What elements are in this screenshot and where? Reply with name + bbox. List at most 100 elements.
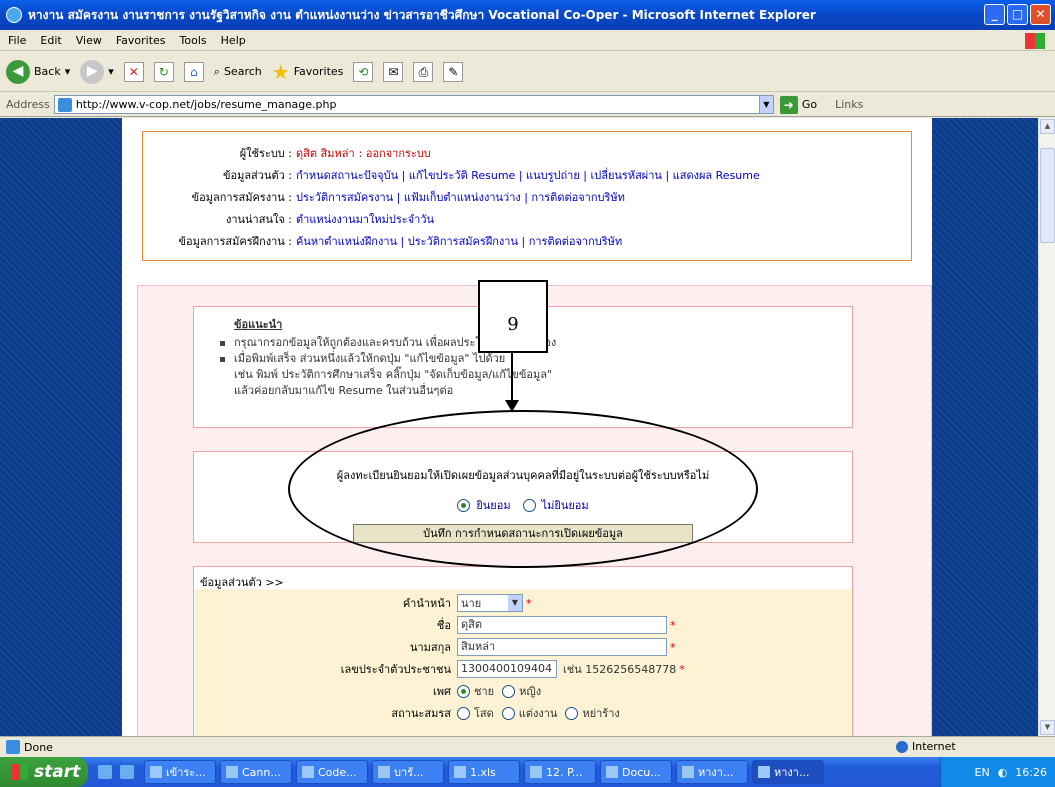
scroll-down-icon[interactable]: ▼ [1040, 720, 1055, 735]
menu-favorites[interactable]: Favorites [116, 34, 166, 47]
id-row: เลขประจำตัวประชาชน 1300400109404 เช่น 15… [195, 659, 685, 679]
address-label: Address [6, 98, 50, 111]
marital-divorced-radio[interactable] [565, 706, 579, 720]
menu-file[interactable]: File [8, 34, 26, 47]
marital-married-label: แต่งงาน [518, 707, 558, 720]
start-button[interactable]: start [0, 757, 88, 787]
training-links[interactable]: ค้นหาตำแหน่งฝึกงาน | ประวัติการสมัครฝึกง… [296, 232, 622, 250]
logout-link[interactable]: : ออกจากระบบ [359, 144, 431, 162]
forward-button[interactable]: ▶ ▾ [80, 59, 114, 84]
address-bar: Address http://www.v-cop.net/jobs/resume… [0, 93, 1055, 117]
minimize-button[interactable]: _ [984, 4, 1005, 25]
task-label: หางา... [698, 766, 734, 779]
gender-female-radio[interactable] [502, 684, 516, 698]
gender-male-label: ชาย [474, 685, 495, 698]
page-done-icon [6, 740, 20, 754]
taskbar: start เข้าระ... Cann... Code... บารั... … [0, 757, 1055, 787]
personal-links[interactable]: กำหนดสถานะปัจจุบัน | แก้ไขประวัติ Resume… [296, 166, 760, 184]
language-indicator[interactable]: EN [975, 766, 990, 779]
taskbar-item[interactable]: Code... [296, 760, 368, 784]
status-bar: Done Internet [0, 736, 1055, 757]
taskbar-item[interactable]: Cann... [220, 760, 292, 784]
app-icon [454, 766, 466, 778]
apply-links[interactable]: ประวัติการสมัครงาน | แฟ้มเก็บตำแหน่งงานว… [296, 188, 625, 206]
favorites-button[interactable]: ★ Favorites [272, 62, 344, 82]
window-controls: _ □ ✕ [984, 4, 1051, 25]
gender-male-option[interactable]: ชาย [457, 682, 494, 700]
user-menu-box: ผู้ใช้ระบบ : ดุสิต สิมหล่า : ออกจากระบบ … [142, 131, 912, 261]
close-button[interactable]: ✕ [1030, 4, 1051, 25]
taskbar-item[interactable]: 1.xls [448, 760, 520, 784]
stop-icon[interactable]: ✕ [123, 61, 144, 82]
links-button[interactable]: Links [835, 98, 863, 111]
last-name-input[interactable]: สิมหล่า [457, 638, 667, 656]
taskbar-item[interactable]: 12. P... [524, 760, 596, 784]
menu-tools[interactable]: Tools [180, 34, 207, 47]
go-arrow-icon: ➜ [779, 95, 798, 114]
marital-label: สถานะสมรส [391, 707, 451, 720]
app-icon [530, 766, 542, 778]
prefix-row: คำนำหน้า นาย ▼ * [195, 593, 532, 613]
tray-icon[interactable]: ◐ [998, 766, 1008, 779]
gender-female-option[interactable]: หญิง [502, 682, 541, 700]
task-label: 1.xls [470, 765, 496, 779]
user-name-link[interactable]: ดุสิต สิมหล่า [296, 144, 355, 162]
window-titlebar[interactable]: หางาน สมัครงาน งานราชการ งานรัฐวิสาหกิจ … [0, 0, 1055, 30]
back-dropdown-icon[interactable]: ▾ [65, 65, 71, 78]
first-name-input[interactable]: ดุสิต [457, 616, 667, 634]
marital-married-radio[interactable] [501, 706, 515, 720]
prefix-select[interactable]: นาย ▼ [457, 594, 523, 612]
scroll-thumb[interactable] [1040, 148, 1055, 243]
menu-bar: File Edit View Favorites Tools Help [0, 30, 1055, 51]
taskbar-item[interactable]: หางา... [676, 760, 748, 784]
maximize-button[interactable]: □ [1007, 4, 1028, 25]
address-input[interactable]: http://www.v-cop.net/jobs/resume_manage.… [53, 95, 774, 114]
task-label: บารั... [394, 766, 424, 779]
quick-launch-icon[interactable] [120, 765, 134, 779]
marital-row: สถานะสมรส โสด แต่งงาน หย่าร้าง [195, 703, 628, 723]
taskbar-item[interactable]: เข้าระ... [144, 760, 216, 784]
vertical-scrollbar[interactable]: ▲ ▼ [1038, 118, 1055, 736]
mail-icon[interactable]: ✉ [383, 61, 404, 82]
task-label: Cann... [242, 765, 281, 779]
id-input[interactable]: 1300400109404 [457, 660, 557, 678]
marital-single-radio[interactable] [457, 706, 470, 720]
personal-info-box: ข้อมูลส่วนตัว >> คำนำหน้า นาย ▼ * ชื่อ ด… [193, 566, 853, 736]
interest-links[interactable]: ตำแหน่งงานมาใหม่ประจำวัน [296, 210, 434, 228]
address-dropdown-icon[interactable]: ▼ [758, 96, 773, 113]
gender-male-radio[interactable] [457, 684, 470, 698]
edit-icon[interactable]: ✎ [443, 61, 464, 82]
scroll-up-icon[interactable]: ▲ [1040, 119, 1055, 134]
taskbar-item[interactable]: Docu... [600, 760, 672, 784]
first-name-row: ชื่อ ดุสิต * [195, 615, 676, 635]
marital-married-option[interactable]: แต่งงาน [501, 704, 558, 722]
gender-female-label: หญิง [519, 685, 542, 698]
advice-line: เช่น พิมพ์ ประวัติการศึกษาเสร็จ คลิ๊กปุ่… [234, 368, 553, 381]
marital-single-option[interactable]: โสด [457, 704, 494, 722]
taskbar-item[interactable]: บารั... [372, 760, 444, 784]
status-text: Done [24, 740, 53, 754]
back-label: Back [34, 65, 61, 78]
user-label: ผู้ใช้ระบบ : [239, 147, 292, 160]
app-icon [150, 766, 162, 778]
home-icon[interactable]: ⌂ [183, 61, 204, 82]
first-name-label: ชื่อ [436, 619, 451, 632]
go-button[interactable]: ➜ Go [779, 95, 817, 114]
task-label: 12. P... [546, 765, 583, 779]
personal-form: คำนำหน้า นาย ▼ * ชื่อ ดุสิต * นามสกุล สิ… [195, 589, 851, 736]
forward-dropdown-icon[interactable]: ▾ [108, 65, 114, 78]
address-url: http://www.v-cop.net/jobs/resume_manage.… [75, 98, 337, 111]
marital-divorced-option[interactable]: หย่าร้าง [565, 704, 620, 722]
id-label: เลขประจำตัวประชาชน [340, 663, 451, 676]
print-icon[interactable]: ⎙ [413, 61, 434, 82]
quick-launch-icon[interactable] [98, 765, 112, 779]
advice-line: เมื่อพิมพ์เสร็จ ส่วนหนึ่งแล้วให้กดปุ่ม "… [220, 351, 852, 367]
back-button[interactable]: ◀ Back ▾ [6, 59, 71, 84]
refresh-icon[interactable]: ↻ [153, 61, 174, 82]
menu-view[interactable]: View [76, 34, 102, 47]
menu-help[interactable]: Help [221, 34, 246, 47]
search-button[interactable]: ⌕ Search [214, 65, 262, 79]
history-icon[interactable]: ⟲ [353, 61, 374, 82]
taskbar-item-active[interactable]: หางา... [752, 760, 824, 784]
menu-edit[interactable]: Edit [40, 34, 61, 47]
